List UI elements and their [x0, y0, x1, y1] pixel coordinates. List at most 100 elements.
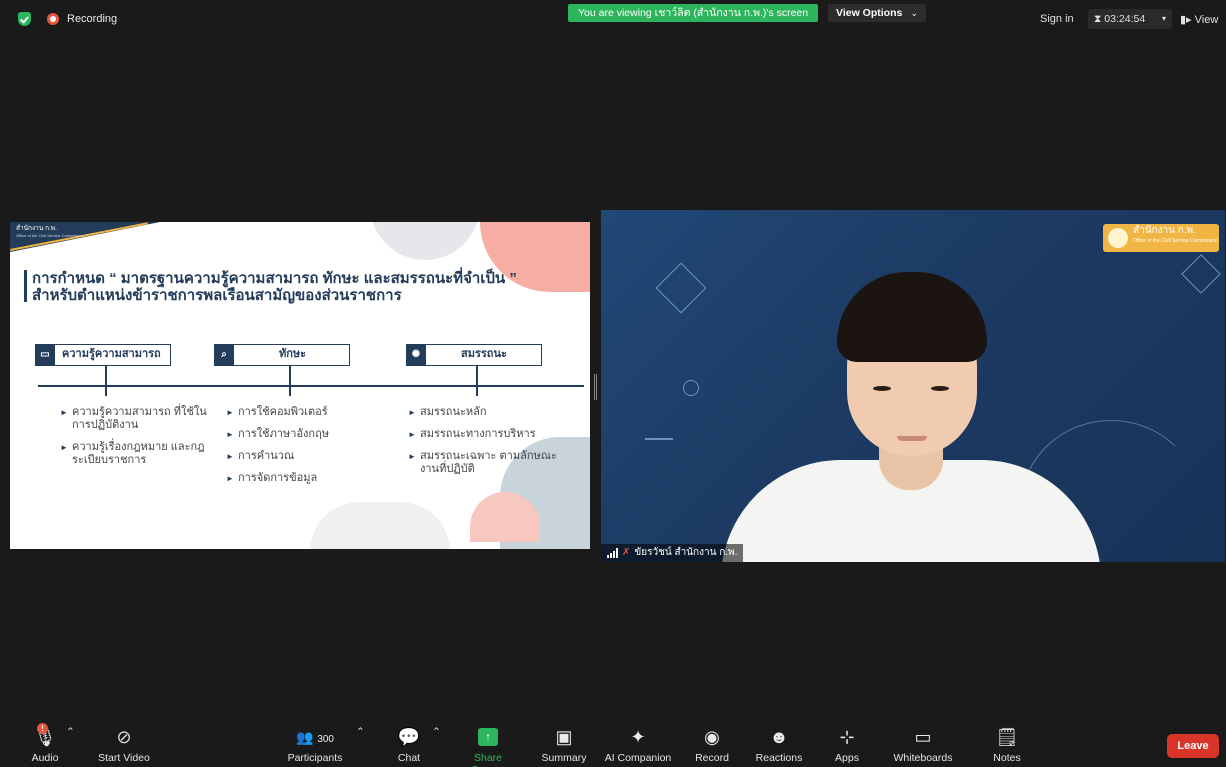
list-item: การคำนวณ: [226, 450, 386, 463]
view-layout-icon: ▮▸: [1180, 14, 1192, 26]
recording-label: Recording: [67, 13, 118, 25]
list-item: สมรรถนะหลัก: [408, 406, 568, 419]
logo-text: สำนักงาน ก.พ.: [1133, 225, 1196, 236]
participant-name-tag: ✗ ขัยรวัชน์ สำนักงาน ก.พ.: [601, 544, 744, 562]
video-off-icon: ⊘: [116, 727, 132, 747]
ai-companion-button[interactable]: ✦ AI Companion: [602, 726, 674, 764]
start-video-button[interactable]: ⊘ Start Video: [94, 726, 154, 764]
slide-org-logo: สำนักงาน ก.พ. Office of the Civil Servic…: [16, 225, 84, 239]
org-name: สำนักงาน ก.พ.: [16, 225, 57, 232]
sign-in-button[interactable]: Sign in: [1040, 13, 1074, 25]
whiteboard-icon: ▭: [914, 727, 932, 747]
magnifier-icon: ⌕: [214, 344, 234, 366]
hourglass-icon: ⧗: [1094, 13, 1102, 25]
list-item: ความรู้ความสามารถ ที่ใช้ในการปฏิบัติงาน: [60, 406, 220, 432]
meeting-timer[interactable]: ⧗ 03:24:54 ▾: [1088, 9, 1172, 29]
participants-button[interactable]: 👥 300 Participants: [284, 726, 346, 764]
top-bar: Recording You are viewing เชาว์ลิต (สำนั…: [0, 0, 1226, 38]
summary-label: Summary: [541, 752, 587, 764]
notes-label: Notes: [993, 752, 1021, 764]
audio-options-caret[interactable]: ⌃: [66, 726, 75, 738]
audio-warning-badge: !: [37, 723, 48, 734]
column-knowledge: ▭ ความรู้ความสามารถ ความรู้ความสามารถ ที…: [35, 344, 207, 466]
audio-button[interactable]: 🎙 ! Audio: [28, 723, 62, 764]
reactions-button[interactable]: ☻ Reactions: [754, 726, 804, 764]
list-item: การใช้คอมพิวเตอร์: [226, 406, 386, 419]
emblem-icon: [1108, 228, 1128, 248]
org-logo-badge: สำนักงาน ก.พ. Office of the Civil Servic…: [1103, 224, 1219, 252]
mic-muted-icon: ✗: [622, 547, 631, 558]
item-list: การใช้คอมพิวเตอร์ การใช้ภาษาอังกฤษ การคำ…: [226, 406, 386, 494]
column-heading: ⌕ ทักษะ: [214, 344, 350, 366]
summary-button[interactable]: ▣ Summary: [540, 726, 588, 764]
org-subtitle: Office of the Civil Service Commission: [16, 233, 84, 238]
connector-line: [105, 366, 107, 396]
chevron-down-icon: ▾: [1161, 14, 1166, 23]
slide-title: การกำหนด “ มาตรฐานความรู้ความสามารถ ทักษ…: [32, 270, 517, 304]
apps-label: Apps: [835, 752, 859, 764]
record-button[interactable]: ◉ Record: [692, 726, 732, 764]
list-item: การใช้ภาษาอังกฤษ: [226, 428, 386, 441]
column-heading: ✺ สมรรถนะ: [406, 344, 542, 366]
start-video-label: Start Video: [98, 752, 150, 764]
list-item: สมรรถนะเฉพาะ ตามลักษณะงานที่ปฏิบัติ: [408, 450, 568, 476]
window-icon: ▭: [35, 344, 55, 366]
audio-label: Audio: [31, 752, 59, 764]
item-list: สมรรถนะหลัก สมรรถนะทางการบริหาร สมรรถนะเ…: [408, 406, 568, 485]
share-screen-label: Share Screen: [471, 752, 504, 767]
share-arrow-icon: ↑: [478, 728, 498, 746]
chevron-down-icon: ⌄: [910, 8, 918, 18]
notes-icon: 🗒: [995, 727, 1019, 747]
list-item: สมรรถนะทางการบริหาร: [408, 428, 568, 441]
timeline-line: [38, 385, 584, 387]
column-heading: ▭ ความรู้ความสามารถ: [35, 344, 171, 366]
security-shield-icon[interactable]: [18, 12, 31, 26]
meeting-toolbar: 🎙 ! Audio ⌃ ⊘ Start Video 👥 300 Particip…: [0, 722, 1226, 767]
decorative-diamond: [655, 262, 707, 314]
participant-count: 300: [317, 734, 334, 745]
item-list: ความรู้ความสามารถ ที่ใช้ในการปฏิบัติงาน …: [60, 406, 220, 476]
participant-name: ขัยรวัชน์ สำนักงาน ก.พ.: [634, 547, 738, 558]
record-icon: ◉: [704, 727, 720, 747]
apps-icon: ⊹: [839, 727, 855, 747]
whiteboards-button[interactable]: ▭ Whiteboards: [890, 726, 956, 764]
logo-subtitle: Office of the Civil Service Commission: [1133, 238, 1218, 244]
decorative-shape: [310, 502, 450, 549]
split-view-resize-handle[interactable]: [594, 374, 597, 400]
ai-companion-label: AI Companion: [604, 752, 672, 764]
decorative-diamond: [1181, 254, 1221, 294]
recording-indicator[interactable]: Recording: [18, 12, 117, 26]
view-options-button[interactable]: View Options ⌄: [828, 4, 926, 22]
view-button[interactable]: ▮▸ View: [1180, 13, 1218, 26]
list-item: ความรู้เรื่องกฎหมาย และกฎระเบียบราชการ: [60, 441, 220, 467]
participants-options-caret[interactable]: ⌃: [356, 726, 365, 738]
share-screen-button[interactable]: ↑ Share Screen: [456, 726, 520, 767]
shared-screen-slide: สำนักงาน ก.พ. Office of the Civil Servic…: [10, 222, 590, 549]
apps-button[interactable]: ⊹ Apps: [832, 726, 862, 764]
connector-line: [289, 366, 291, 396]
list-item: การจัดการข้อมูล: [226, 472, 386, 485]
lightbulb-icon: ✺: [406, 344, 426, 366]
leave-button[interactable]: Leave: [1167, 734, 1219, 758]
connector-line: [476, 366, 478, 396]
column-competency: ✺ สมรรถนะ สมรรถนะหลัก สมรรถนะทางการบริหา…: [406, 344, 557, 475]
chat-button[interactable]: 💬 Chat: [394, 726, 424, 764]
slide-title-line1: การกำหนด “ มาตรฐานความรู้ความสามารถ ทักษ…: [32, 270, 517, 287]
timer-value: 03:24:54: [1104, 13, 1146, 25]
decorative-circle: [683, 380, 699, 396]
record-label: Record: [695, 752, 729, 764]
chat-options-caret[interactable]: ⌃: [432, 726, 441, 738]
participant-video-tile[interactable]: สำนักงาน ก.พ. Office of the Civil Servic…: [601, 210, 1225, 562]
column-heading-label: ทักษะ: [279, 348, 307, 360]
column-heading-label: สมรรถนะ: [461, 348, 507, 360]
column-heading-label: ความรู้ความสามารถ: [62, 348, 161, 360]
view-options-label: View Options: [836, 7, 903, 19]
reactions-label: Reactions: [755, 752, 803, 764]
view-label: View: [1194, 14, 1219, 26]
chat-label: Chat: [397, 752, 421, 764]
participants-label: Participants: [287, 752, 343, 764]
notes-button[interactable]: 🗒 Notes: [990, 726, 1024, 764]
zoom-meeting-window: Recording You are viewing เชาว์ลิต (สำนั…: [0, 0, 1226, 767]
summary-document-icon: ▣: [555, 727, 573, 747]
emoji-icon: ☻: [769, 727, 789, 747]
